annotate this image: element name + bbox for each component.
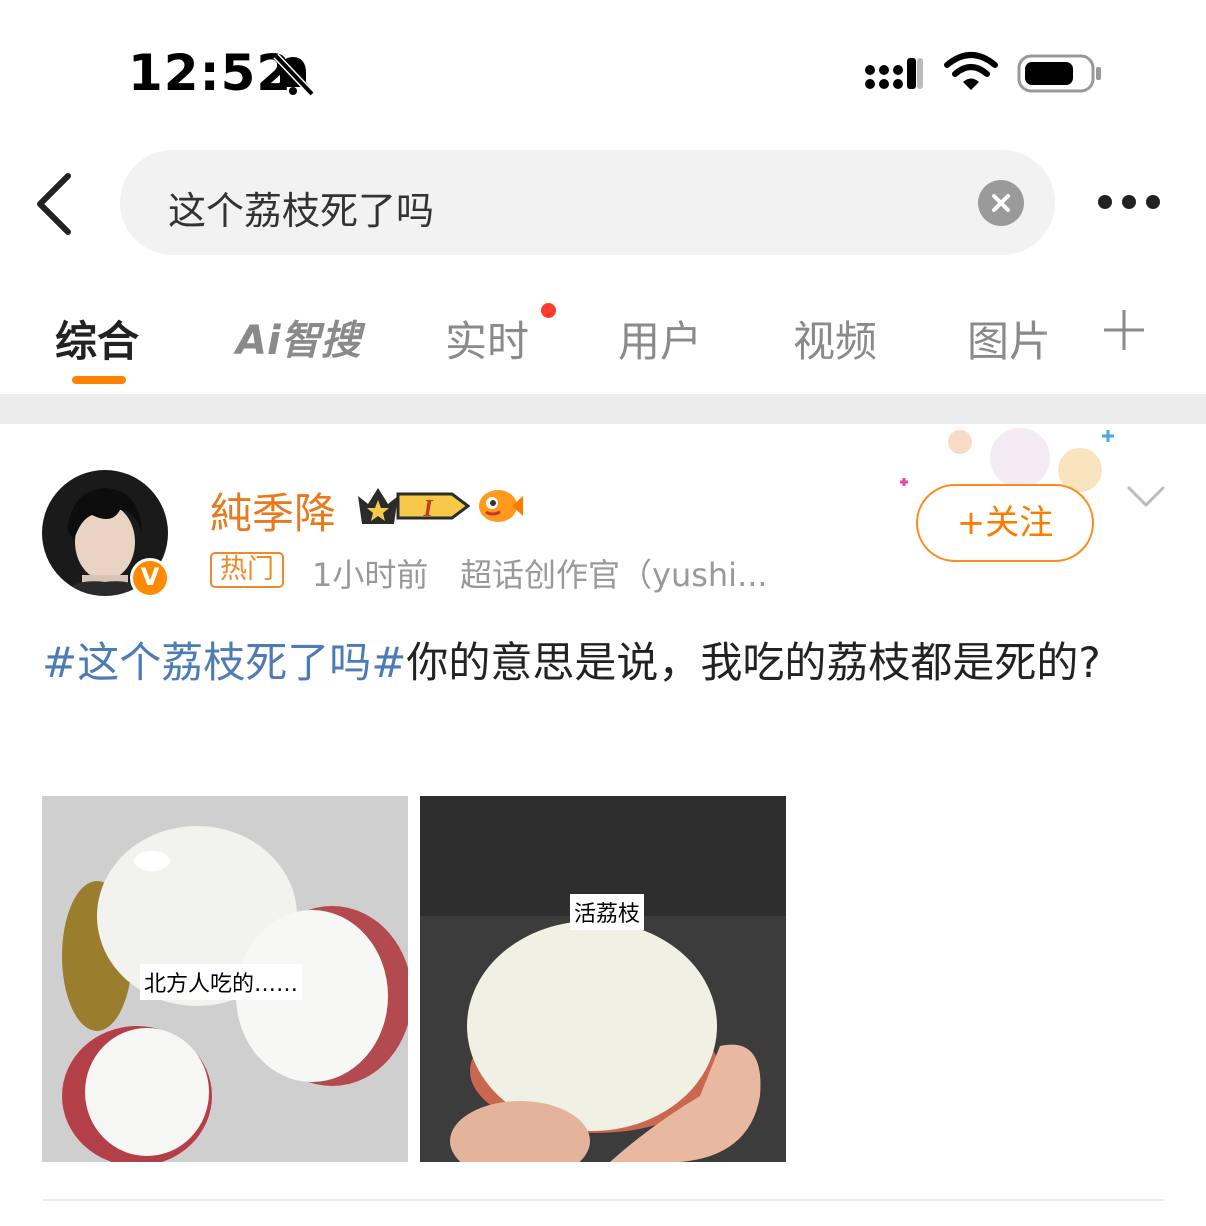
- post-source[interactable]: 超话创作官（yushi...: [460, 550, 790, 596]
- back-arrow-icon[interactable]: [32, 172, 80, 236]
- post-body: 你的意思是说，我吃的荔枝都是死的?: [406, 638, 1101, 687]
- verified-badge: V: [130, 558, 170, 598]
- crown-level-icon: I: [358, 488, 470, 524]
- tab-ai-search[interactable]: Ai智搜: [236, 308, 361, 366]
- chevron-down-icon[interactable]: [1126, 484, 1166, 510]
- tab-realtime[interactable]: 实时: [445, 308, 529, 369]
- notification-dot: [541, 303, 556, 318]
- level-text: I: [422, 496, 434, 522]
- clear-icon[interactable]: [978, 180, 1024, 226]
- username[interactable]: 純季降: [210, 480, 336, 541]
- more-icon[interactable]: [1094, 188, 1166, 218]
- post-content: #这个荔枝死了吗#你的意思是说，我吃的荔枝都是死的?: [42, 628, 1162, 698]
- status-time: 12:52: [128, 44, 293, 102]
- tab-fade: [1040, 296, 1090, 376]
- image-caption: 北方人吃的……: [140, 964, 303, 1000]
- wifi-icon: [944, 52, 998, 90]
- tab-images[interactable]: 图片: [967, 308, 1051, 369]
- post-time: 1小时前: [312, 556, 429, 594]
- post-image-1[interactable]: 北方人吃的……: [42, 796, 408, 1162]
- status-bar: 12:52: [0, 0, 1206, 140]
- tab-videos[interactable]: 视频: [793, 308, 877, 369]
- hot-tag: 热门: [210, 552, 284, 588]
- tab-users[interactable]: 用户: [618, 308, 702, 369]
- battery-icon: [1017, 54, 1101, 93]
- cellular-signal-icon: [865, 58, 923, 89]
- hashtag-link[interactable]: #这个荔枝死了吗#: [42, 638, 406, 687]
- follow-button[interactable]: +关注: [916, 484, 1094, 562]
- tab-bar: 综合 Ai智搜 实时 用户 视频 图片: [0, 290, 1206, 394]
- fish-badge-icon: [479, 490, 523, 522]
- search-input[interactable]: 这个荔枝死了吗: [120, 150, 1055, 255]
- plus-icon[interactable]: [1100, 306, 1148, 354]
- active-tab-indicator: [72, 376, 126, 384]
- bell-muted-icon: [273, 53, 315, 97]
- post-image-2[interactable]: 活荔枝: [420, 796, 786, 1162]
- search-query[interactable]: 这个荔枝死了吗: [168, 180, 434, 235]
- tab-comprehensive[interactable]: 综合: [55, 308, 139, 369]
- post-divider: [42, 1199, 1164, 1201]
- image-caption: 活荔枝: [570, 894, 645, 930]
